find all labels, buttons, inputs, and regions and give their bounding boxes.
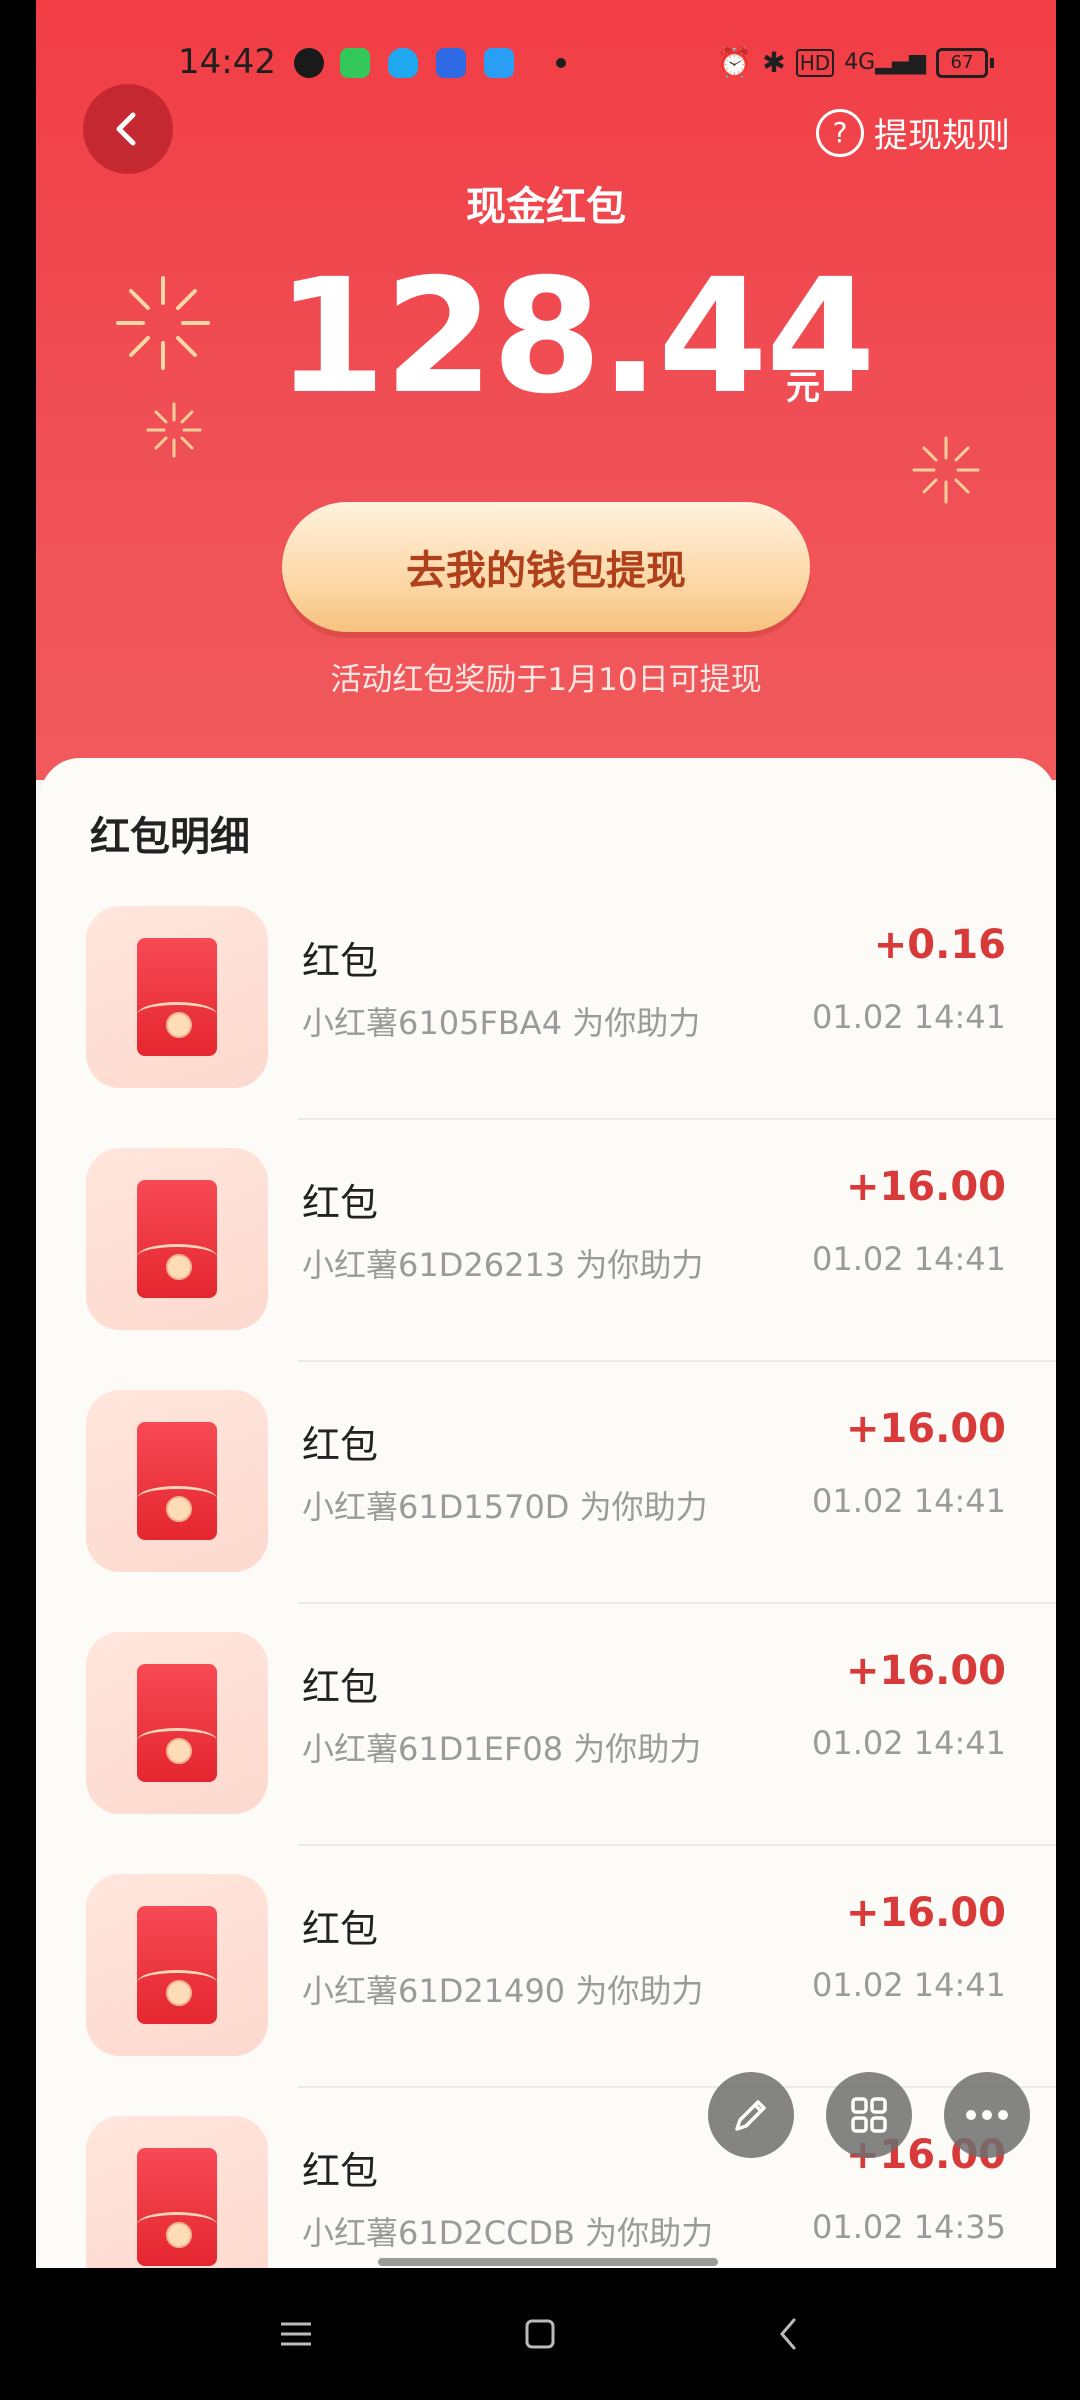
battery-cap bbox=[990, 57, 994, 68]
item-name: 红包 bbox=[302, 2149, 379, 2193]
list-item[interactable]: 红包 小红薯61D21490 为你助力 +16.00 01.02 14:41 bbox=[40, 1846, 1056, 2088]
item-name: 红包 bbox=[302, 1423, 379, 1467]
list-item[interactable]: 红包 小红薯61D1570D 为你助力 +16.00 01.02 14:41 bbox=[40, 1362, 1056, 1604]
grid-icon bbox=[851, 2097, 887, 2133]
red-packet-icon bbox=[86, 1390, 268, 1572]
list-item[interactable]: 红包 小红薯6105FBA4 为你助力 +0.16 01.02 14:41 bbox=[40, 878, 1056, 1120]
firework-decoration bbox=[912, 436, 980, 504]
back-icon bbox=[780, 2318, 796, 2350]
item-name: 红包 bbox=[302, 939, 379, 983]
cash-amount: 128.44 bbox=[276, 245, 876, 429]
item-amount: +16.00 bbox=[845, 1164, 1006, 1210]
more-notifications-dot bbox=[556, 58, 566, 68]
red-packet-icon bbox=[86, 906, 268, 1088]
status-right-icons: ⏰ ✱ HD 4G▂▄▆ 67 bbox=[717, 46, 994, 79]
back-arrow-icon bbox=[116, 112, 136, 146]
more-icon bbox=[966, 2110, 1008, 2120]
item-name: 红包 bbox=[302, 1907, 379, 1951]
item-time: 01.02 14:35 bbox=[812, 2208, 1006, 2246]
firework-decoration bbox=[116, 276, 210, 370]
status-time: 14:42 bbox=[178, 42, 276, 82]
red-packet-icon bbox=[86, 1148, 268, 1330]
app-notification-icon bbox=[436, 48, 466, 78]
amount-unit: 元 bbox=[786, 368, 820, 408]
item-desc: 小红薯61D21490 为你助力 bbox=[302, 1972, 704, 2010]
app-notification-icon bbox=[340, 48, 370, 78]
home-button[interactable] bbox=[510, 2308, 570, 2360]
item-amount: +16.00 bbox=[845, 1890, 1006, 1936]
page-title: 现金红包 bbox=[466, 184, 626, 230]
back-nav-button[interactable] bbox=[758, 2308, 818, 2360]
home-square-icon bbox=[525, 2319, 555, 2349]
battery-icon: 67 bbox=[936, 47, 988, 78]
detail-title: 红包明细 bbox=[90, 814, 250, 860]
qq-icon bbox=[388, 48, 418, 78]
signal-icon: 4G▂▄▆ bbox=[844, 50, 926, 75]
back-button[interactable] bbox=[83, 84, 173, 174]
home-indicator[interactable] bbox=[378, 2258, 718, 2266]
item-time: 01.02 14:41 bbox=[812, 1966, 1006, 2004]
rules-label: 提现规则 bbox=[874, 116, 1010, 156]
red-packet-icon bbox=[86, 2116, 268, 2268]
system-nav-bar bbox=[0, 2268, 1080, 2400]
withdraw-rules-link[interactable]: ? 提现规则 bbox=[816, 108, 1010, 157]
item-desc: 小红薯6105FBA4 为你助力 bbox=[302, 1004, 701, 1042]
item-name: 红包 bbox=[302, 1665, 379, 1709]
alarm-icon: ⏰ bbox=[717, 46, 753, 79]
withdraw-button[interactable]: 去我的钱包提现 bbox=[282, 502, 810, 632]
item-amount: +16.00 bbox=[845, 1406, 1006, 1452]
pen-icon bbox=[735, 2100, 766, 2131]
firework-decoration bbox=[146, 402, 202, 458]
item-time: 01.02 14:41 bbox=[812, 1724, 1006, 1762]
item-time: 01.02 14:41 bbox=[812, 1482, 1006, 1520]
question-icon: ? bbox=[816, 108, 864, 157]
status-bar: 14:42 ⏰ ✱ HD 4G▂▄▆ 67 bbox=[36, 40, 1056, 96]
app-notification-icon bbox=[484, 48, 514, 78]
item-desc: 小红薯61D1570D 为你助力 bbox=[302, 1488, 708, 1526]
item-amount: +16.00 bbox=[845, 1648, 1006, 1694]
item-desc: 小红薯61D1EF08 为你助力 bbox=[302, 1730, 702, 1768]
wechat-icon bbox=[294, 48, 324, 78]
edit-button[interactable] bbox=[708, 2072, 794, 2158]
item-amount: +0.16 bbox=[873, 922, 1006, 968]
hero-section: 14:42 ⏰ ✱ HD 4G▂▄▆ 67 ? 提现规则 现金红包 128.44… bbox=[36, 0, 1056, 780]
red-packet-icon bbox=[86, 1874, 268, 2056]
item-desc: 小红薯61D2CCDB 为你助力 bbox=[302, 2214, 714, 2252]
item-time: 01.02 14:41 bbox=[812, 1240, 1006, 1278]
more-button[interactable] bbox=[944, 2072, 1030, 2158]
withdraw-notice: 活动红包奖励于1月10日可提现 bbox=[330, 662, 762, 698]
item-desc: 小红薯61D26213 为你助力 bbox=[302, 1246, 704, 1284]
red-packet-icon bbox=[86, 1632, 268, 1814]
item-name: 红包 bbox=[302, 1181, 379, 1225]
bluetooth-icon: ✱ bbox=[762, 46, 786, 79]
red-packet-detail-card: 红包明细 红包 小红薯6105FBA4 为你助力 +0.16 01.02 14:… bbox=[40, 758, 1056, 2268]
item-time: 01.02 14:41 bbox=[812, 998, 1006, 1036]
hd-icon: HD bbox=[795, 48, 835, 77]
list-item[interactable]: 红包 小红薯61D26213 为你助力 +16.00 01.02 14:41 bbox=[40, 1120, 1056, 1362]
menu-icon bbox=[281, 2322, 311, 2346]
app-screen: 14:42 ⏰ ✱ HD 4G▂▄▆ 67 ? 提现规则 现金红包 128.44… bbox=[36, 0, 1056, 2268]
apps-button[interactable] bbox=[826, 2072, 912, 2158]
list-item[interactable]: 红包 小红薯61D1EF08 为你助力 +16.00 01.02 14:41 bbox=[40, 1604, 1056, 1846]
recent-apps-button[interactable] bbox=[266, 2308, 326, 2360]
